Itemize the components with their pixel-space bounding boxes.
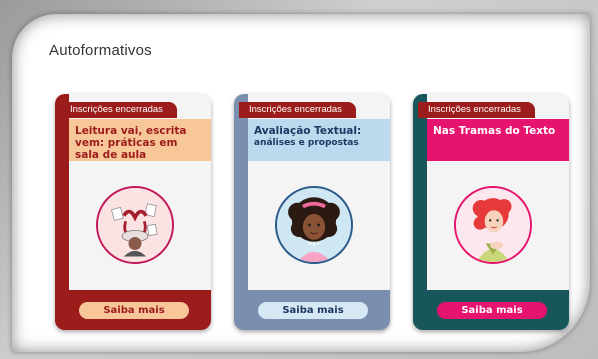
card-title-box: Avaliação Textual: análises e propostas bbox=[248, 119, 390, 161]
course-card-leitura[interactable]: Inscrições encerradas Leitura vai, escri… bbox=[55, 94, 211, 330]
section-title: Autoformativos bbox=[49, 42, 152, 59]
card-subtitle: análises e propostas bbox=[254, 138, 359, 148]
woman-red-hair-illustration-icon bbox=[454, 186, 532, 264]
card-title: Nas Tramas do Texto bbox=[433, 125, 556, 137]
course-card-avaliacao[interactable]: Inscrições encerradas Avaliação Textual:… bbox=[234, 94, 390, 330]
book-reader-illustration-icon bbox=[96, 186, 174, 264]
status-badge: Inscrições encerradas bbox=[239, 102, 356, 118]
autoformativos-panel: Autoformativos Inscrições encerradas Lei… bbox=[12, 14, 590, 352]
status-badge: Inscrições encerradas bbox=[60, 102, 177, 118]
saiba-mais-button[interactable]: Saiba mais bbox=[79, 302, 189, 319]
girl-curly-hair-illustration-icon bbox=[275, 186, 353, 264]
card-title: Leitura vai, escrita vem: práticas em sa… bbox=[75, 125, 187, 161]
saiba-mais-button[interactable]: Saiba mais bbox=[258, 302, 368, 319]
card-curve bbox=[427, 264, 569, 290]
course-card-tramas[interactable]: Inscrições encerradas Nas Tramas do Text… bbox=[413, 94, 569, 330]
card-title-box: Nas Tramas do Texto bbox=[427, 119, 569, 161]
card-title: Avaliação Textual: bbox=[254, 125, 362, 137]
status-badge: Inscrições encerradas bbox=[418, 102, 535, 118]
card-curve bbox=[69, 264, 211, 290]
card-title-box: Leitura vai, escrita vem: práticas em sa… bbox=[69, 119, 211, 161]
saiba-mais-button[interactable]: Saiba mais bbox=[437, 302, 547, 319]
card-curve bbox=[248, 264, 390, 290]
